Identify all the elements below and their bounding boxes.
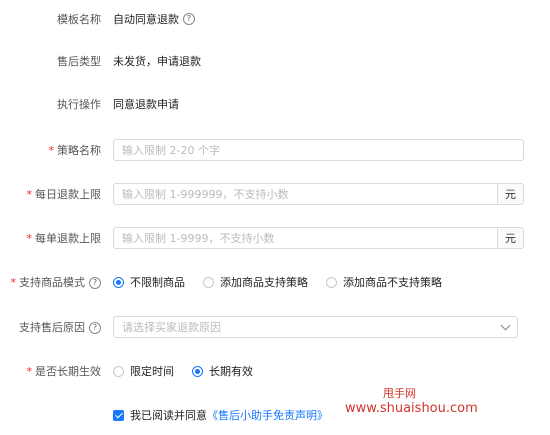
- after-sale-type-label: 售后类型: [57, 55, 101, 68]
- single-limit-row: * 每单退款上限 输入限制 1-9999，不支持小数 元: [0, 227, 550, 249]
- chevron-down-icon: [500, 320, 511, 331]
- agreement-text: 我已阅读并同意: [130, 409, 207, 422]
- template-label: 模板名称: [57, 13, 101, 26]
- policy-name-label: * 策略名称: [48, 144, 102, 157]
- radio-add-unsupported[interactable]: 添加商品不支持策略: [326, 274, 442, 290]
- required-mark: *: [26, 232, 33, 245]
- reason-select[interactable]: 请选择买家退款原因: [113, 316, 518, 338]
- required-mark: *: [26, 188, 33, 201]
- radio-no-limit[interactable]: 不限制商品: [113, 274, 185, 290]
- radio-checked-icon: [113, 276, 124, 288]
- radio-unchecked-icon: [203, 276, 214, 288]
- action-row: 执行操作 同意退款申请: [0, 94, 550, 114]
- disclaimer-link[interactable]: 《售后小助手免责声明》: [207, 407, 328, 423]
- after-sale-type-value: 未发货，申请退款: [113, 55, 201, 68]
- template-value: 自动同意退款: [113, 13, 179, 26]
- daily-limit-label: * 每日退款上限: [26, 188, 102, 201]
- agreement-checkbox[interactable]: [113, 409, 124, 421]
- radio-limited-time[interactable]: 限定时间: [113, 363, 174, 379]
- daily-limit-input[interactable]: 输入限制 1-999999，不支持小数: [113, 183, 497, 205]
- policy-name-row: * 策略名称 输入限制 2-20 个字: [0, 139, 550, 161]
- action-value: 同意退款申请: [113, 98, 179, 111]
- required-mark: *: [10, 276, 17, 289]
- question-icon[interactable]: ?: [89, 277, 101, 289]
- radio-checked-icon: [192, 365, 203, 377]
- question-icon[interactable]: ?: [89, 322, 101, 334]
- long-term-label: * 是否长期生效: [26, 365, 102, 378]
- policy-name-input[interactable]: 输入限制 2-20 个字: [113, 139, 524, 161]
- radio-add-supported[interactable]: 添加商品支持策略: [203, 274, 308, 290]
- watermark-title: 甩手网: [383, 387, 416, 400]
- long-term-row: * 是否长期生效 限定时间 长期有效: [0, 361, 550, 381]
- reason-row: 支持售后原因? 请选择买家退款原因: [0, 316, 550, 338]
- action-label: 执行操作: [57, 98, 101, 111]
- product-mode-label: * 支持商品模式?: [0, 274, 101, 290]
- template-row: 模板名称 自动同意退款 ?: [0, 9, 550, 29]
- radio-long-term[interactable]: 长期有效: [192, 363, 253, 379]
- product-mode-row: * 支持商品模式? 不限制商品 添加商品支持策略 添加商品不支持策略: [0, 272, 550, 292]
- radio-unchecked-icon: [113, 365, 124, 377]
- required-mark: *: [26, 365, 33, 378]
- single-limit-unit: 元: [497, 227, 524, 249]
- daily-limit-row: * 每日退款上限 输入限制 1-999999，不支持小数 元: [0, 183, 550, 205]
- single-limit-label: * 每单退款上限: [26, 232, 102, 245]
- watermark-url: www.shuaishou.com: [345, 401, 478, 416]
- single-limit-input[interactable]: 输入限制 1-9999，不支持小数: [113, 227, 497, 249]
- required-mark: *: [48, 144, 55, 157]
- reason-label: 支持售后原因?: [0, 319, 101, 335]
- radio-unchecked-icon: [326, 276, 337, 288]
- question-icon[interactable]: ?: [183, 13, 195, 25]
- daily-limit-unit: 元: [497, 183, 524, 205]
- after-sale-type-row: 售后类型 未发货，申请退款: [0, 51, 550, 71]
